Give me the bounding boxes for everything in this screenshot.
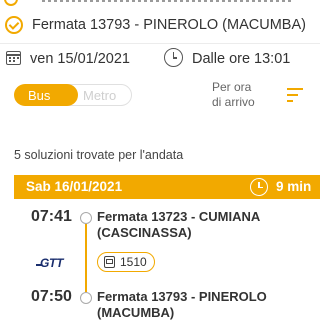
transport-mode-row: Metro Bus Per ora di arrivo — [0, 80, 320, 110]
line-number: 1510 — [120, 255, 147, 269]
duration-clock-icon — [250, 178, 268, 196]
origin-row[interactable]: Fermata 13793 - PINEROLO (MACUMBA) — [0, 14, 320, 36]
date-selector[interactable]: ven 15/01/2021 — [30, 51, 130, 67]
origin-stop-label: Fermata 13793 - PINEROLO (MACUMBA) — [32, 17, 306, 33]
solution-duration: 9 min — [276, 179, 312, 194]
bus-toggle-label: Bus — [28, 87, 51, 103]
previous-route-strip — [0, 0, 320, 8]
date-time-row: ven 15/01/2021 Dalle ore 13:01 — [0, 43, 320, 71]
sort-order-line2: di arrivo — [212, 95, 255, 109]
bus-stop-icon — [5, 16, 23, 34]
solution-day: Sab 16/01/2021 — [26, 179, 123, 194]
sort-icon[interactable] — [287, 85, 303, 107]
departure-time: 07:41 — [31, 208, 72, 225]
arrival-node-icon — [80, 292, 92, 304]
dotted-route-line — [42, 0, 292, 2]
metro-toggle-label: Metro — [83, 87, 117, 103]
route-line — [85, 224, 87, 292]
calendar-icon[interactable] — [6, 51, 21, 65]
bus-toggle[interactable]: Bus — [14, 84, 78, 106]
arrival-time: 07:50 — [31, 288, 72, 305]
departure-node-icon — [80, 212, 92, 224]
clock-icon[interactable] — [164, 48, 183, 67]
line-badge[interactable]: 1510 — [97, 252, 155, 272]
departure-stop: Fermata 13723 - CUMIANA (CASCINASSA) — [97, 209, 260, 240]
arrival-stop: Fermata 13793 - PINEROLO (MACUMBA) — [97, 289, 267, 320]
operator-logo: GTT — [35, 256, 64, 270]
sort-order-label[interactable]: Per ora di arrivo — [212, 80, 268, 110]
sort-order-line1: Per ora — [212, 80, 252, 94]
bus-icon — [104, 256, 115, 268]
time-selector[interactable]: Dalle ore 13:01 — [192, 51, 290, 67]
results-count-text: 5 soluzioni trovate per l'andata — [14, 148, 184, 162]
results-summary: 5 soluzioni trovate per l'andata — [0, 146, 320, 164]
route-end-icon — [4, 0, 18, 6]
solution-header[interactable]: Sab 16/01/2021 9 min — [14, 175, 320, 199]
